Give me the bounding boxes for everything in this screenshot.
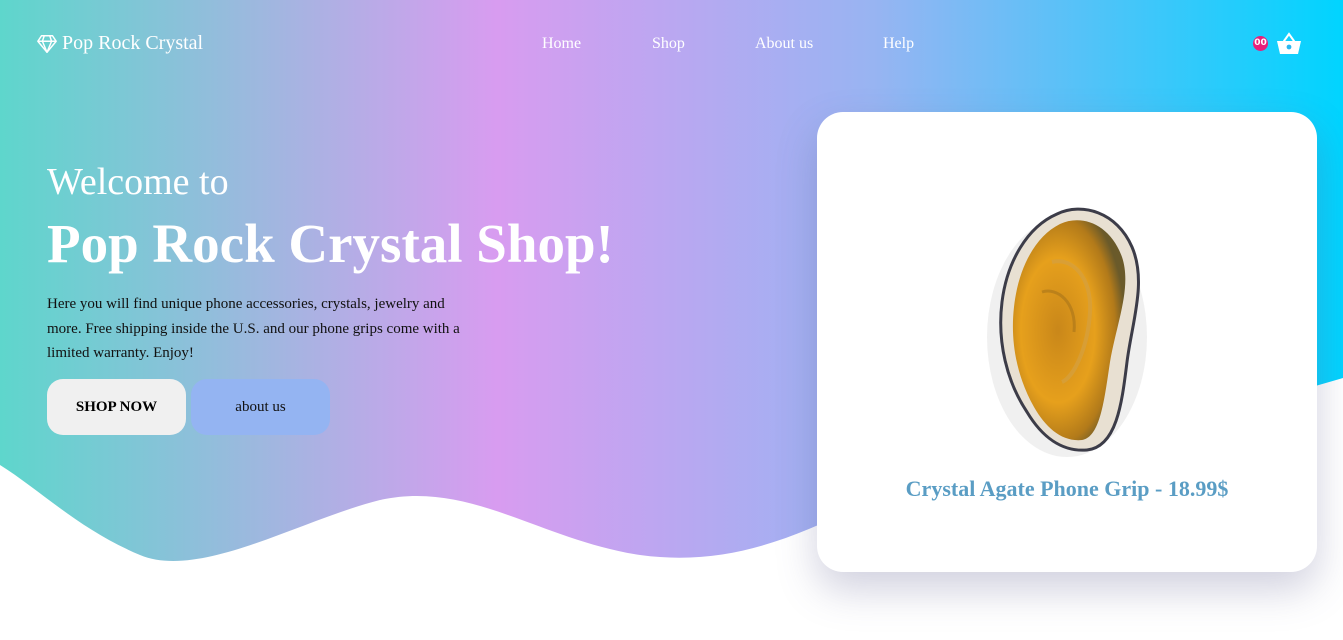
basket-icon[interactable] — [1276, 32, 1302, 56]
shop-now-button[interactable]: SHOP NOW — [47, 379, 186, 435]
about-us-button[interactable]: about us — [191, 379, 330, 435]
cart-count-badge: 00 — [1253, 36, 1268, 51]
top-nav: Pop Rock Crystal Home Shop About us Help… — [0, 0, 1343, 90]
nav-help-link[interactable]: Help — [883, 35, 914, 53]
nav-about-link[interactable]: About us — [755, 35, 813, 53]
hero-welcome-text: Welcome to — [47, 161, 229, 203]
hero-title: Pop Rock Crystal Shop! — [47, 213, 614, 274]
nav-home-link[interactable]: Home — [542, 35, 581, 53]
nav-shop-link[interactable]: Shop — [652, 35, 685, 53]
nav-links: Home Shop About us Help — [0, 35, 1343, 55]
agate-phone-grip-image[interactable] — [982, 202, 1152, 462]
hero-description: Here you will find unique phone accessor… — [47, 296, 460, 361]
featured-product-card[interactable]: Crystal Agate Phone Grip - 18.99$ — [817, 112, 1317, 572]
product-caption[interactable]: Crystal Agate Phone Grip - 18.99$ — [817, 476, 1317, 502]
